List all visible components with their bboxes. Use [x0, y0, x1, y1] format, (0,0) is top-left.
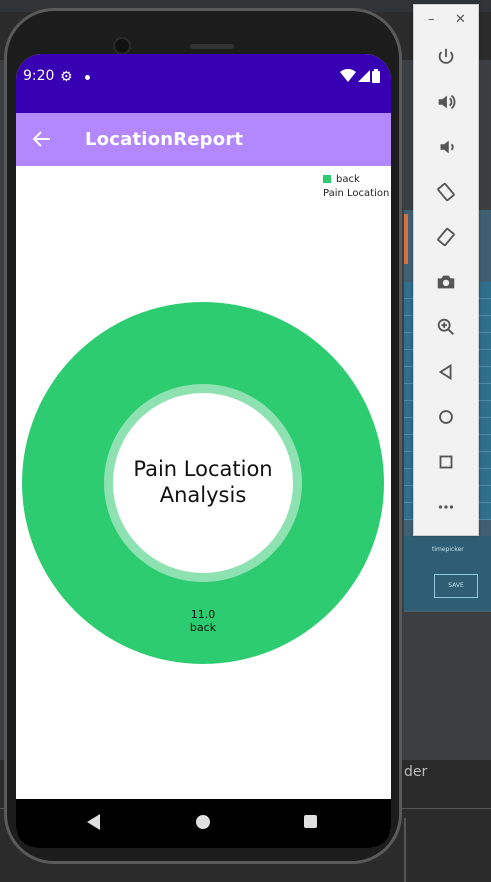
- preview-stub-label: timepicker: [432, 546, 464, 553]
- toolbar-title: LocationReport: [85, 129, 244, 150]
- square-overview-icon: [439, 455, 453, 469]
- zoom-button[interactable]: [428, 309, 464, 345]
- chart-legend: back Pain Location: [323, 172, 389, 199]
- earpiece-speaker: [190, 44, 234, 49]
- nav-home-icon[interactable]: [196, 815, 210, 829]
- close-icon[interactable]: ✕: [455, 13, 466, 27]
- rotate-right-icon: [437, 227, 455, 247]
- minimize-icon[interactable]: –: [428, 13, 435, 27]
- legend-entry-label: back: [336, 173, 360, 185]
- power-button[interactable]: [428, 39, 464, 75]
- overview-button[interactable]: [428, 444, 464, 480]
- status-icons: [340, 69, 380, 83]
- rotate-left-icon: [437, 182, 455, 202]
- ide-scrollbar[interactable]: [404, 818, 406, 882]
- notification-dot-icon: [85, 75, 90, 80]
- power-icon: [438, 48, 454, 64]
- zoom-in-icon: [437, 318, 454, 335]
- navigation-bar: [16, 799, 391, 848]
- wifi-icon: [340, 69, 356, 82]
- legend-swatch: [323, 175, 331, 183]
- more-dots-icon: [438, 505, 454, 509]
- slice-value: 11.0: [190, 608, 216, 621]
- battery-icon: [372, 69, 380, 83]
- settings-gear-icon: ⚙: [60, 69, 73, 85]
- donut-center-text: Pain Location Analysis: [133, 457, 273, 507]
- rotate-left-button[interactable]: [428, 174, 464, 210]
- slice-data-label: 11.0 back: [166, 608, 240, 634]
- camera-icon: [437, 275, 455, 289]
- back-arrow-icon[interactable]: [30, 127, 54, 151]
- nav-back-icon[interactable]: [86, 813, 102, 831]
- home-button[interactable]: [428, 399, 464, 435]
- front-camera: [113, 37, 131, 55]
- volume-up-icon: [438, 94, 456, 110]
- circle-home-icon: [439, 410, 453, 424]
- legend-title: Pain Location: [323, 188, 390, 199]
- phone-screen: 9:20 ⚙ LocationReport back Pain Location…: [16, 54, 391, 848]
- emulator-control-panel: – ✕: [413, 4, 479, 536]
- rotate-right-button[interactable]: [428, 219, 464, 255]
- back-button[interactable]: [428, 354, 464, 390]
- status-time: 9:20: [23, 68, 55, 84]
- screenshot-button[interactable]: [428, 264, 464, 300]
- volume-down-icon: [440, 140, 454, 154]
- triangle-back-icon: [438, 363, 452, 381]
- status-bar: 9:20 ⚙: [16, 54, 391, 113]
- cell-signal-icon: [358, 70, 370, 82]
- volume-down-button[interactable]: [428, 129, 464, 165]
- volume-up-button[interactable]: [428, 84, 464, 120]
- preview-save-button: SAVE: [434, 574, 478, 598]
- nav-recents-icon[interactable]: [304, 815, 317, 828]
- ide-bottom-label: der: [404, 764, 428, 780]
- more-button[interactable]: [428, 489, 464, 525]
- legend-entry: back: [323, 172, 389, 186]
- app-toolbar: LocationReport: [16, 113, 391, 166]
- preview-orange-marker: [404, 214, 408, 264]
- slice-label: back: [189, 621, 217, 634]
